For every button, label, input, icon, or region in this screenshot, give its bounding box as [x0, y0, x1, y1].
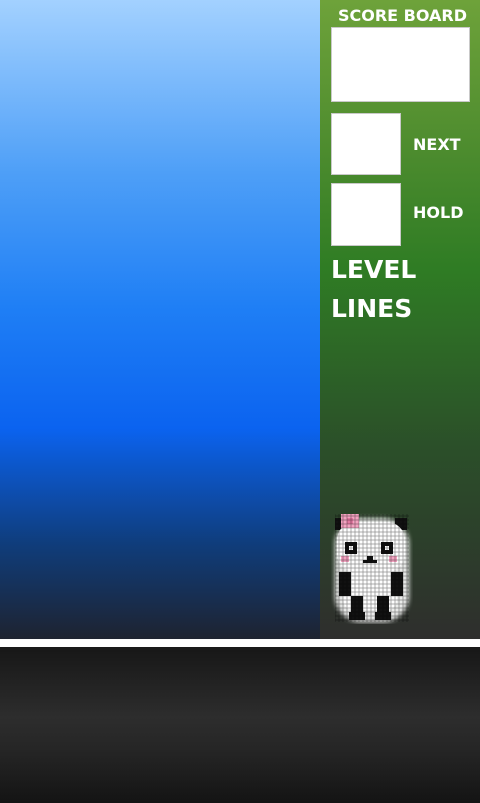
level-label: LEVEL [331, 255, 417, 284]
next-label: NEXT [413, 135, 461, 154]
hold-label: HOLD [413, 203, 464, 222]
game-board[interactable] [0, 0, 320, 639]
divider-bar [0, 639, 480, 647]
control-area[interactable] [0, 647, 480, 803]
hold-piece-box[interactable] [331, 183, 401, 246]
score-display [331, 27, 470, 102]
next-piece-preview [331, 113, 401, 175]
score-board-title: SCORE BOARD [337, 6, 468, 25]
panda-icon [335, 514, 409, 622]
lines-label: LINES [331, 294, 413, 323]
